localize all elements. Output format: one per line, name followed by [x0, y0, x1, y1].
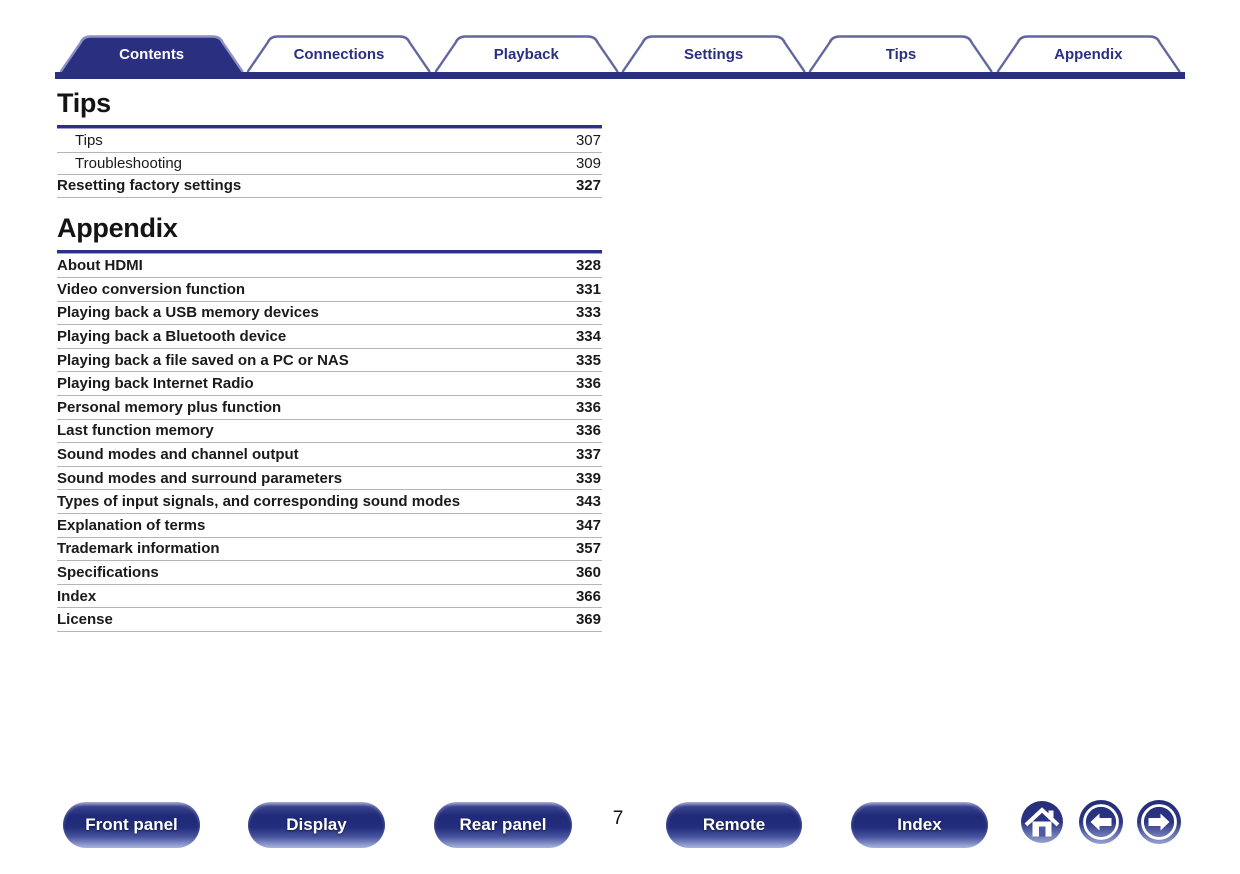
toc-row-label: License [57, 611, 113, 628]
toc-row[interactable]: Trademark information 357 [57, 538, 602, 562]
toc-row-page: 336 [576, 375, 602, 392]
toc-row-label: Personal memory plus function [57, 399, 281, 416]
toc-row-label: Types of input signals, and correspondin… [57, 493, 460, 510]
tab-strip: ContentsConnectionsPlaybackSettingsTipsA… [58, 35, 1182, 72]
tab-label: Playback [433, 35, 620, 72]
section-rule [57, 250, 602, 254]
tab-tips[interactable]: Tips [807, 35, 994, 72]
toc-row[interactable]: Resetting factory settings 327 [57, 175, 602, 198]
toc-row-label: Trademark information [57, 540, 220, 557]
toc-row-label: Sound modes and surround parameters [57, 470, 342, 487]
toc-row-page: 307 [576, 132, 602, 149]
section-title: Tips [57, 88, 602, 119]
toc-row[interactable]: Playing back a file saved on a PC or NAS… [57, 349, 602, 373]
toc-row-label: Specifications [57, 564, 159, 581]
tab-label: Tips [807, 35, 994, 72]
toc-row[interactable]: Video conversion function 331 [57, 278, 602, 302]
toc-row-page: 328 [576, 257, 602, 274]
toc-row-label: Playing back a Bluetooth device [57, 328, 286, 345]
remote-button[interactable]: Remote [666, 802, 802, 848]
index-button[interactable]: Index [851, 802, 988, 848]
toc-row-label: Resetting factory settings [57, 177, 241, 194]
toc-row[interactable]: Types of input signals, and correspondin… [57, 490, 602, 514]
display-button[interactable]: Display [248, 802, 385, 848]
tab-appendix[interactable]: Appendix [995, 35, 1182, 72]
tab-settings[interactable]: Settings [620, 35, 807, 72]
tab-label: Settings [620, 35, 807, 72]
toc-row-page: 336 [576, 422, 602, 439]
toc-row-page: 347 [576, 517, 602, 534]
toc-row-page: 360 [576, 564, 602, 581]
manual-toc-page: ContentsConnectionsPlaybackSettingsTipsA… [0, 0, 1240, 874]
toc-row-page: 369 [576, 611, 602, 628]
tab-connections[interactable]: Connections [245, 35, 432, 72]
forward-icon[interactable] [1136, 799, 1182, 845]
table-of-contents: Tips Tips 307 Troubleshooting 309 Resetting f… [57, 88, 602, 632]
toc-row-page: 335 [576, 352, 602, 369]
toc-row[interactable]: Troubleshooting 309 [57, 153, 602, 176]
toc-row-label: Index [57, 588, 96, 605]
tab-label: Connections [245, 35, 432, 72]
toc-row[interactable]: Sound modes and surround parameters 339 [57, 467, 602, 491]
tab-playback[interactable]: Playback [433, 35, 620, 72]
toc-row[interactable]: Playing back a USB memory devices 333 [57, 302, 602, 326]
toc-row[interactable]: Personal memory plus function 336 [57, 396, 602, 420]
tab-bar-rule [55, 72, 1185, 79]
toc-row[interactable]: About HDMI 328 [57, 255, 602, 279]
toc-row[interactable]: Specifications 360 [57, 561, 602, 585]
toc-row-label: Troubleshooting [57, 155, 182, 172]
toc-row[interactable]: Last function memory 336 [57, 420, 602, 444]
toc-row[interactable]: Explanation of terms 347 [57, 514, 602, 538]
toc-row-page: 339 [576, 470, 602, 487]
toc-row-page: 331 [576, 281, 602, 298]
toc-row[interactable]: License 369 [57, 608, 602, 632]
tab-label: Contents [58, 35, 245, 72]
toc-section-tips: Tips Tips 307 Troubleshooting 309 Resetting f… [57, 88, 602, 198]
toc-row-page: 366 [576, 588, 602, 605]
toc-row-page: 334 [576, 328, 602, 345]
page-number: 7 [600, 808, 636, 830]
home-icon[interactable] [1020, 800, 1064, 844]
toc-row[interactable]: Tips 307 [57, 130, 602, 153]
toc-row-label: Explanation of terms [57, 517, 205, 534]
toc-row[interactable]: Playing back Internet Radio 336 [57, 372, 602, 396]
toc-row-page: 343 [576, 493, 602, 510]
toc-row-label: Video conversion function [57, 281, 245, 298]
section-rule [57, 125, 602, 129]
section-title: Appendix [57, 213, 602, 244]
toc-row-page: 333 [576, 304, 602, 321]
toc-row-page: 357 [576, 540, 602, 557]
toc-row-label: Playing back a file saved on a PC or NAS [57, 352, 349, 369]
toc-row-label: Sound modes and channel output [57, 446, 299, 463]
tab-label: Appendix [995, 35, 1182, 72]
toc-section-appendix: Appendix About HDMI 328 Video conversion fu… [57, 213, 602, 633]
rear-panel-button[interactable]: Rear panel [434, 802, 572, 848]
toc-row-page: 309 [576, 155, 602, 172]
back-icon[interactable] [1078, 799, 1124, 845]
toc-row-page: 327 [576, 177, 602, 194]
toc-row[interactable]: Index 366 [57, 585, 602, 609]
toc-row-page: 336 [576, 399, 602, 416]
toc-row-label: Playing back a USB memory devices [57, 304, 319, 321]
toc-row-label: Last function memory [57, 422, 214, 439]
tab-contents[interactable]: Contents [58, 35, 245, 72]
toc-row-label: Tips [57, 132, 103, 149]
toc-row-page: 337 [576, 446, 602, 463]
toc-row[interactable]: Playing back a Bluetooth device 334 [57, 325, 602, 349]
toc-row[interactable]: Sound modes and channel output 337 [57, 443, 602, 467]
toc-row-label: About HDMI [57, 257, 143, 274]
front-panel-button[interactable]: Front panel [63, 802, 200, 848]
toc-row-label: Playing back Internet Radio [57, 375, 254, 392]
